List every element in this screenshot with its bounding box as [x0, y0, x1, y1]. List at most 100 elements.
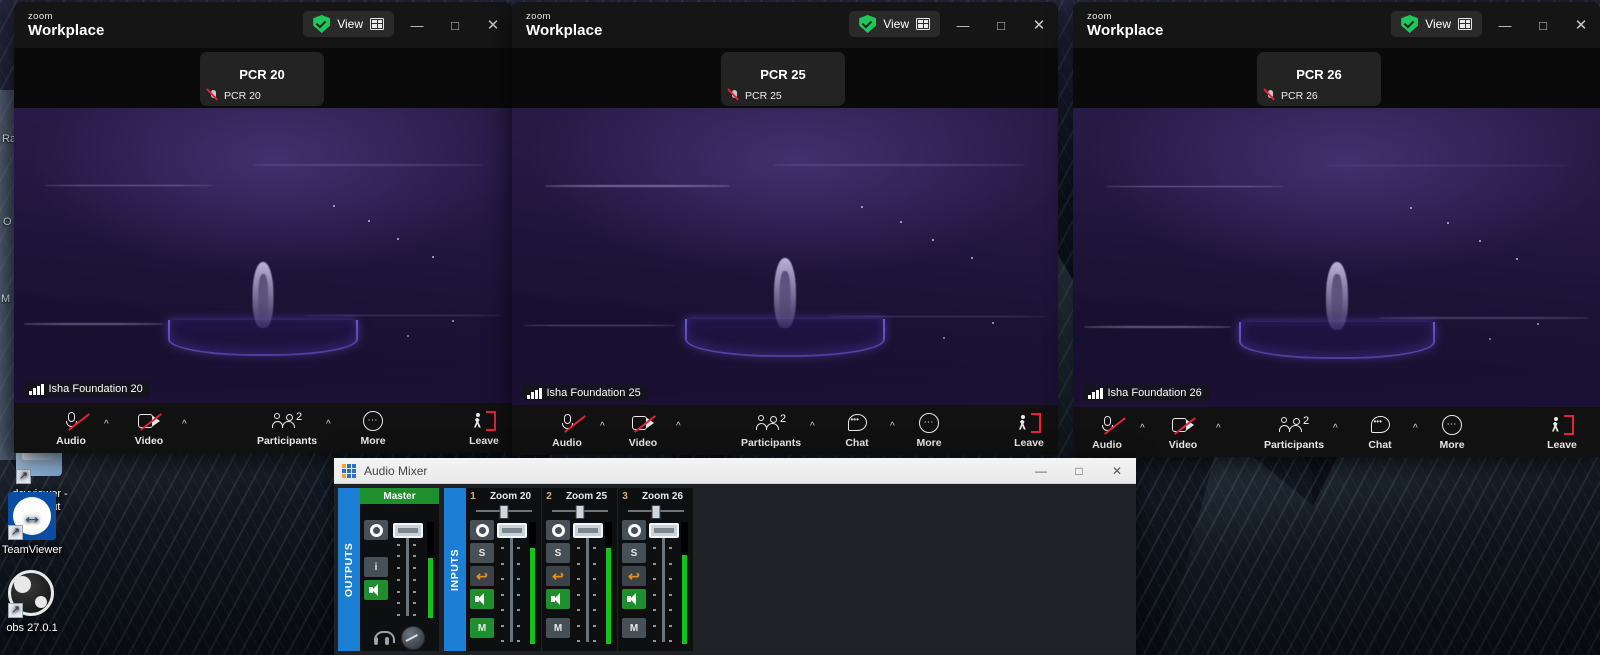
channel-fader[interactable]: [586, 532, 589, 642]
more-button[interactable]: ⋯ More: [1425, 414, 1479, 451]
master-fader[interactable]: [406, 532, 409, 616]
pan-slider[interactable]: [476, 510, 532, 512]
audio-button[interactable]: Audio: [44, 410, 98, 447]
window-controls[interactable]: — □ ✕: [944, 2, 1058, 48]
more-button[interactable]: ⋯ More: [346, 410, 400, 447]
view-button[interactable]: View: [1391, 11, 1482, 37]
pan-slider[interactable]: [552, 510, 608, 512]
channel-fader[interactable]: [662, 532, 665, 642]
leave-button[interactable]: Leave: [1002, 412, 1056, 449]
master-fader-knob[interactable]: [393, 523, 423, 538]
channel-routing-button[interactable]: ↩: [470, 566, 494, 586]
mixer-minimize-button[interactable]: —: [1022, 458, 1060, 484]
window-controls[interactable]: — □ ✕: [1486, 2, 1600, 48]
zoom-window-pcr-25[interactable]: zoom Workplace View — □ ✕ PCR 25 PCR 25: [512, 2, 1058, 455]
minimize-button[interactable]: —: [1486, 2, 1524, 48]
channel-fader-knob[interactable]: [573, 523, 603, 538]
channel-fader[interactable]: [510, 532, 513, 642]
zoom-window-pcr-26[interactable]: zoom Workplace View — □ ✕ PCR 26 PCR 26: [1073, 2, 1600, 457]
participants-button[interactable]: 2 Participants: [1261, 414, 1327, 451]
channel-pan-row[interactable]: [542, 504, 617, 518]
channel-fader-knob[interactable]: [649, 523, 679, 538]
video-options-caret-icon[interactable]: ^: [676, 421, 681, 432]
audio-options-caret-icon[interactable]: ^: [1140, 423, 1145, 434]
participant-thumbnail[interactable]: PCR 25 PCR 25: [721, 52, 845, 106]
mixer-channel-zoom-25[interactable]: 2 Zoom 25 S ↩ M: [542, 488, 618, 651]
channel-pan-row[interactable]: [466, 504, 541, 518]
maximize-button[interactable]: □: [982, 2, 1020, 48]
leave-button[interactable]: Leave: [457, 410, 511, 447]
channel-routing-button[interactable]: ↩: [546, 566, 570, 586]
more-button[interactable]: ⋯ More: [902, 412, 956, 449]
zoom-titlebar[interactable]: zoom Workplace View — □ ✕: [1073, 2, 1600, 48]
monitor-level-knob[interactable]: [401, 626, 425, 650]
zoom-titlebar[interactable]: zoom Workplace View — □ ✕: [14, 2, 512, 48]
mixer-titlebar[interactable]: Audio Mixer — □ ✕: [334, 458, 1136, 484]
video-button[interactable]: Video: [616, 412, 670, 449]
view-button[interactable]: View: [849, 11, 940, 37]
master-fader-zone[interactable]: [391, 520, 424, 622]
participants-options-caret-icon[interactable]: ^: [1333, 423, 1338, 434]
leave-button[interactable]: Leave: [1535, 414, 1589, 451]
headphone-icon[interactable]: [374, 631, 391, 645]
outputs-tab[interactable]: OUTPUTS: [338, 488, 360, 651]
inputs-tab[interactable]: INPUTS: [444, 488, 466, 651]
channel-speaker-button[interactable]: [546, 589, 570, 609]
view-button[interactable]: View: [303, 11, 394, 37]
master-settings-button[interactable]: [364, 520, 388, 540]
channel-routing-button[interactable]: ↩: [622, 566, 646, 586]
zoom-video-area[interactable]: Isha Foundation 25: [512, 108, 1058, 405]
close-button[interactable]: ✕: [1562, 2, 1600, 48]
channel-fader-knob[interactable]: [497, 523, 527, 538]
participants-button[interactable]: 2 Participants: [254, 410, 320, 447]
master-mute-button[interactable]: [364, 580, 388, 600]
chat-button[interactable]: Chat: [830, 412, 884, 449]
mixer-maximize-button[interactable]: □: [1060, 458, 1098, 484]
channel-fader-zone[interactable]: [497, 520, 526, 648]
chat-button[interactable]: Chat: [1353, 414, 1407, 451]
minimize-button[interactable]: —: [944, 2, 982, 48]
audio-options-caret-icon[interactable]: ^: [600, 421, 605, 432]
channel-settings-button[interactable]: [546, 520, 570, 540]
channel-solo-button[interactable]: S: [546, 543, 570, 563]
channel-speaker-button[interactable]: [622, 589, 646, 609]
video-button[interactable]: Video: [1156, 414, 1210, 451]
audio-mixer-window[interactable]: Audio Mixer — □ ✕ OUTPUTS Master: [334, 458, 1136, 655]
channel-fader-zone[interactable]: [573, 520, 602, 648]
video-options-caret-icon[interactable]: ^: [182, 419, 187, 430]
window-controls[interactable]: — □ ✕: [398, 2, 512, 48]
channel-solo-button[interactable]: S: [622, 543, 646, 563]
channel-mute-button[interactable]: M: [546, 618, 570, 638]
channel-fader-zone[interactable]: [649, 520, 678, 648]
participant-thumbnail[interactable]: PCR 26 PCR 26: [1257, 52, 1381, 106]
audio-options-caret-icon[interactable]: ^: [104, 419, 109, 430]
channel-mute-button[interactable]: M: [622, 618, 646, 638]
desktop-icon-obs[interactable]: ↗ obs 27.0.1: [0, 570, 78, 635]
audio-button[interactable]: Audio: [1080, 414, 1134, 451]
chat-options-caret-icon[interactable]: ^: [1413, 423, 1418, 434]
desktop-icon-teamviewer[interactable]: ↔ ↗ TeamViewer: [0, 492, 78, 557]
pan-slider[interactable]: [628, 510, 684, 512]
zoom-toolbar[interactable]: Audio ^ Video ^ 2 Participants: [1073, 407, 1600, 457]
channel-speaker-button[interactable]: [470, 589, 494, 609]
channel-settings-button[interactable]: [622, 520, 646, 540]
zoom-video-area[interactable]: Isha Foundation 26: [1073, 108, 1600, 407]
zoom-toolbar[interactable]: Audio ^ Video ^ 2 Participants: [14, 403, 512, 453]
participants-button[interactable]: 2 Participants: [738, 412, 804, 449]
audio-button[interactable]: Audio: [540, 412, 594, 449]
zoom-video-area[interactable]: Isha Foundation 20: [14, 108, 512, 403]
channel-pan-row[interactable]: [618, 504, 693, 518]
mixer-channel-zoom-20[interactable]: 1 Zoom 20 S ↩ M: [466, 488, 542, 651]
zoom-window-pcr-20[interactable]: zoom Workplace View — □ ✕ PCR 20 PCR 20: [14, 2, 512, 453]
master-info-button[interactable]: i: [364, 557, 388, 577]
zoom-titlebar[interactable]: zoom Workplace View — □ ✕: [512, 2, 1058, 48]
close-button[interactable]: ✕: [474, 2, 512, 48]
video-options-caret-icon[interactable]: ^: [1216, 423, 1221, 434]
close-button[interactable]: ✕: [1020, 2, 1058, 48]
chat-options-caret-icon[interactable]: ^: [890, 421, 895, 432]
maximize-button[interactable]: □: [436, 2, 474, 48]
video-button[interactable]: Video: [122, 410, 176, 447]
channel-settings-button[interactable]: [470, 520, 494, 540]
channel-solo-button[interactable]: S: [470, 543, 494, 563]
zoom-toolbar[interactable]: Audio ^ Video ^ 2 Participants: [512, 405, 1058, 455]
